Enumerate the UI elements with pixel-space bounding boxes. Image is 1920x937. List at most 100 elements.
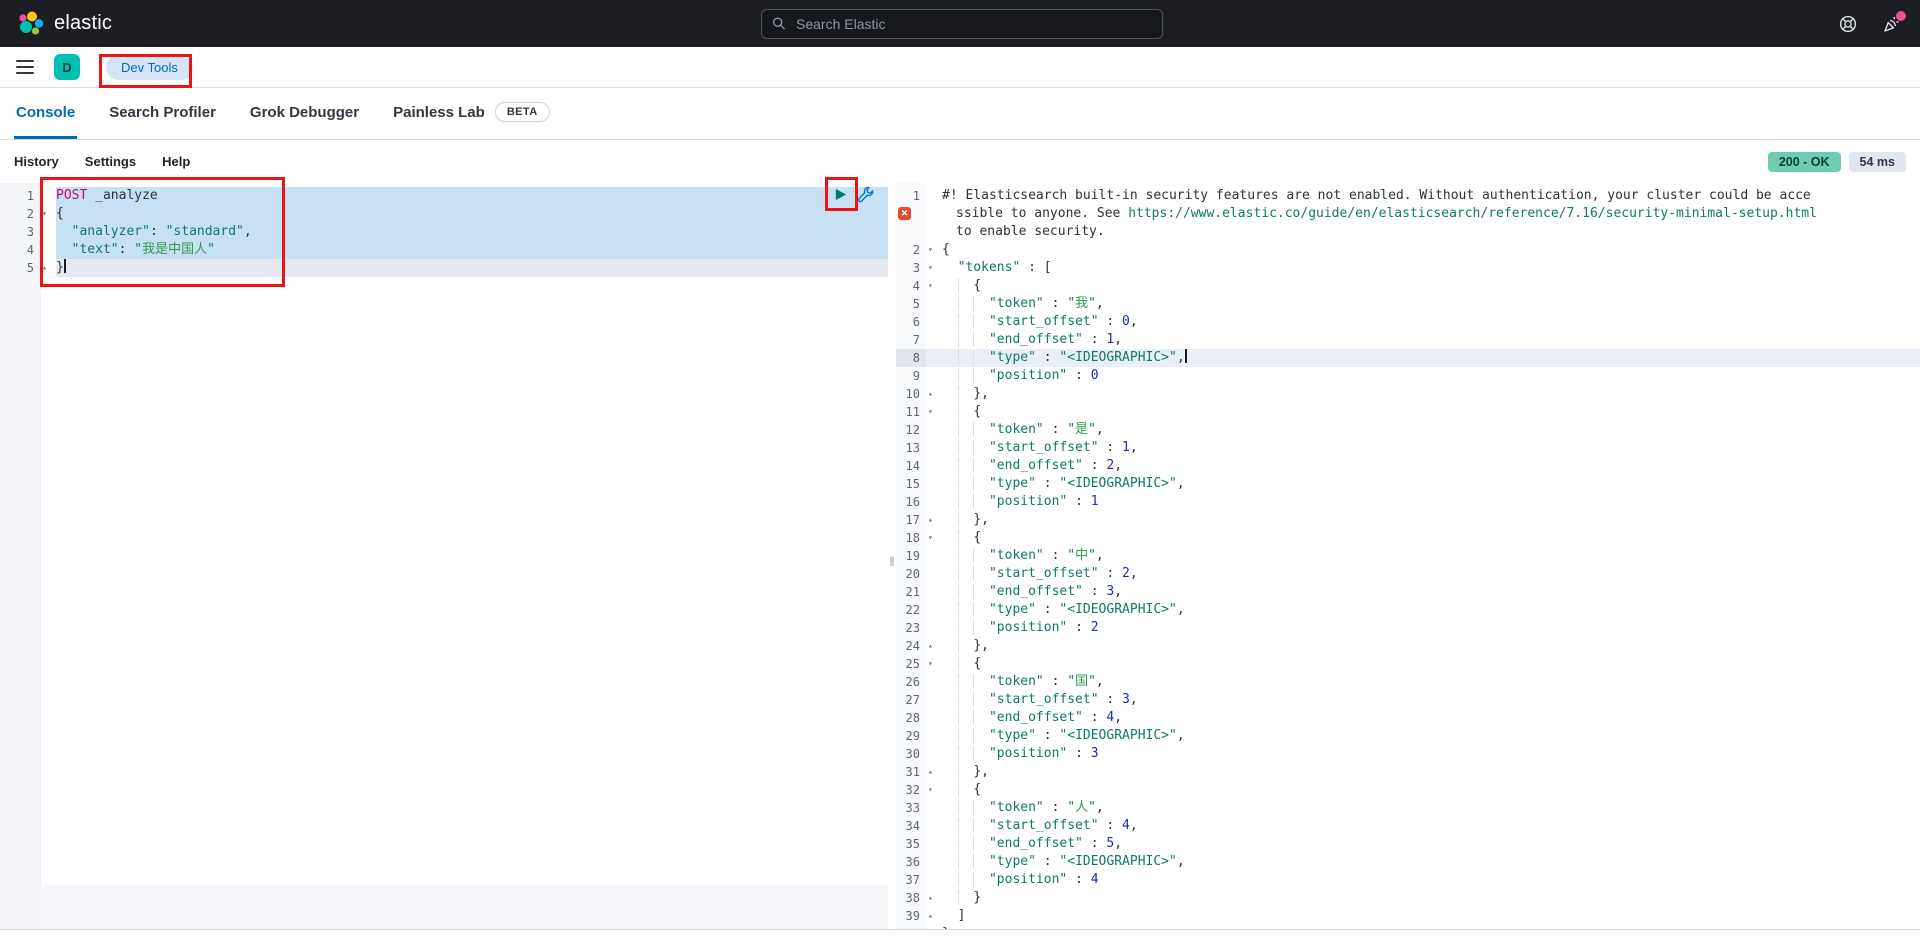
code-line: "end_offset" : 2, xyxy=(942,457,1920,475)
fold-marker[interactable]: ▾ xyxy=(926,655,942,673)
fold-marker[interactable]: ▾ xyxy=(926,403,942,421)
menu-help[interactable]: Help xyxy=(162,154,190,169)
announcements-icon[interactable] xyxy=(1882,10,1906,34)
code-row: 12 "token" : "是", xyxy=(896,421,1920,439)
code-line: { xyxy=(942,403,1920,421)
code-row: 36 "type" : "<IDEOGRAPHIC>", xyxy=(896,853,1920,871)
code-line: "text": "我是中国人" xyxy=(56,241,888,259)
line-number: 10 xyxy=(905,387,920,401)
fold-marker[interactable]: ▴ xyxy=(926,385,942,403)
menu-settings[interactable]: Settings xyxy=(85,154,136,169)
code-line: "end_offset" : 4, xyxy=(942,709,1920,727)
code-line: "start_offset" : 2, xyxy=(942,565,1920,583)
help-icon[interactable] xyxy=(1838,14,1858,34)
response-time-badge: 54 ms xyxy=(1848,151,1906,172)
line-number: 5 xyxy=(912,297,920,311)
wrench-icon[interactable] xyxy=(856,185,874,203)
code-row: 2 ▾{ xyxy=(0,205,888,223)
fold-marker[interactable]: ▴ xyxy=(926,763,942,781)
code-line: { xyxy=(942,529,1920,547)
pane-resize-handle[interactable]: ‖ xyxy=(888,554,896,569)
code-row: 3 "analyzer": "standard", xyxy=(0,223,888,241)
code-row: 29 "type" : "<IDEOGRAPHIC>", xyxy=(896,727,1920,745)
line-number: 35 xyxy=(905,837,920,851)
line-number: 17 xyxy=(905,513,920,527)
fold-marker[interactable]: ▴ xyxy=(40,259,56,277)
line-number: 3 xyxy=(912,261,920,275)
space-avatar[interactable]: D xyxy=(54,54,80,80)
line-number: 14 xyxy=(905,459,920,473)
elastic-logo[interactable]: elastic xyxy=(18,11,112,37)
fold-marker[interactable]: ▾ xyxy=(926,781,942,799)
search-icon xyxy=(773,17,785,30)
menu-icon[interactable] xyxy=(16,60,34,74)
tab-search-profiler[interactable]: Search Profiler xyxy=(107,88,218,139)
code-row: 23 "position" : 2 xyxy=(896,619,1920,637)
line-number: 19 xyxy=(905,549,920,563)
line-number: 27 xyxy=(905,693,920,707)
line-number: 4 xyxy=(912,279,920,293)
send-request-button[interactable] xyxy=(831,185,849,203)
code-row: 27 "start_offset" : 3, xyxy=(896,691,1920,709)
code-row: 39 ▴ ] xyxy=(896,907,1920,925)
line-number: 8 xyxy=(896,349,926,367)
pane-divider[interactable]: ‖ xyxy=(888,183,896,937)
code-line: { xyxy=(942,277,1920,295)
fold-marker[interactable]: ▾ xyxy=(926,241,942,259)
code-line: { xyxy=(942,655,1920,673)
code-row: 21 "end_offset" : 3, xyxy=(896,583,1920,601)
response-editor[interactable]: 1 ✕ #! Elasticsearch built-in security fea… xyxy=(896,183,1920,937)
line-number: 13 xyxy=(905,441,920,455)
code-line: POST _analyze xyxy=(56,187,888,205)
menu-history[interactable]: History xyxy=(14,154,59,169)
search-input[interactable] xyxy=(794,14,1153,33)
code-line: "end_offset" : 1, xyxy=(942,331,1920,349)
code-line: "position" : 1 xyxy=(942,493,1920,511)
fold-marker[interactable]: ▾ xyxy=(926,529,942,547)
code-line: "analyzer": "standard", xyxy=(56,223,888,241)
fold-marker[interactable]: ▾ xyxy=(926,259,942,277)
code-row: 8 "type" : "<IDEOGRAPHIC>", xyxy=(896,349,1920,367)
line-number: 23 xyxy=(905,621,920,635)
console-editors: 1 POST _analyze 2 ▾{3 "analyzer": "standard… xyxy=(0,183,1920,937)
code-line: "end_offset" : 3, xyxy=(942,583,1920,601)
global-search[interactable] xyxy=(761,8,1164,39)
code-row: 26 "token" : "国", xyxy=(896,673,1920,691)
fold-marker[interactable]: ▴ xyxy=(926,511,942,529)
request-controls xyxy=(831,185,874,203)
code-line: "end_offset" : 5, xyxy=(942,835,1920,853)
code-line: }, xyxy=(942,385,1920,403)
fold-marker[interactable]: ▴ xyxy=(926,637,942,655)
request-code: 1 POST _analyze 2 ▾{3 "analyzer": "standard… xyxy=(0,183,888,277)
code-row: 34 "start_offset" : 4, xyxy=(896,817,1920,835)
code-line: "start_offset" : 3, xyxy=(942,691,1920,709)
code-row: 17 ▴ }, xyxy=(896,511,1920,529)
code-row: 31 ▴ }, xyxy=(896,763,1920,781)
breadcrumb-dev-tools[interactable]: Dev Tools xyxy=(106,54,193,80)
line-number: 5 xyxy=(26,261,34,275)
code-line: } xyxy=(942,889,1920,907)
fold-marker[interactable]: ▴ xyxy=(926,907,942,925)
request-editor[interactable]: 1 POST _analyze 2 ▾{3 "analyzer": "standard… xyxy=(0,183,888,937)
tab-console[interactable]: Console xyxy=(14,88,78,139)
notification-dot xyxy=(1896,10,1906,21)
fold-marker[interactable]: ▴ xyxy=(926,889,942,907)
tab-painless-lab[interactable]: Painless Lab BETA xyxy=(391,88,551,139)
tab-grok-debugger[interactable]: Grok Debugger xyxy=(248,88,361,139)
fold-marker[interactable]: ▾ xyxy=(40,205,56,223)
code-line: "type" : "<IDEOGRAPHIC>", xyxy=(942,601,1920,619)
code-row: 16 "position" : 1 xyxy=(896,493,1920,511)
code-line: "position" : 4 xyxy=(942,871,1920,889)
scrollbar-track[interactable] xyxy=(40,885,888,930)
line-number: 30 xyxy=(905,747,920,761)
line-number: 26 xyxy=(905,675,920,689)
console-toolbar: History Settings Help 200 - OK 54 ms xyxy=(0,140,1920,183)
fold-marker[interactable]: ▾ xyxy=(926,277,942,295)
code-row: 4 "text": "我是中国人" xyxy=(0,241,888,259)
line-number: 1 ✕ xyxy=(896,187,926,220)
error-icon: ✕ xyxy=(898,207,911,220)
code-line: }, xyxy=(942,511,1920,529)
line-number: 9 xyxy=(912,369,920,383)
code-line: } xyxy=(56,259,888,277)
code-line: "type" : "<IDEOGRAPHIC>", xyxy=(942,475,1920,493)
